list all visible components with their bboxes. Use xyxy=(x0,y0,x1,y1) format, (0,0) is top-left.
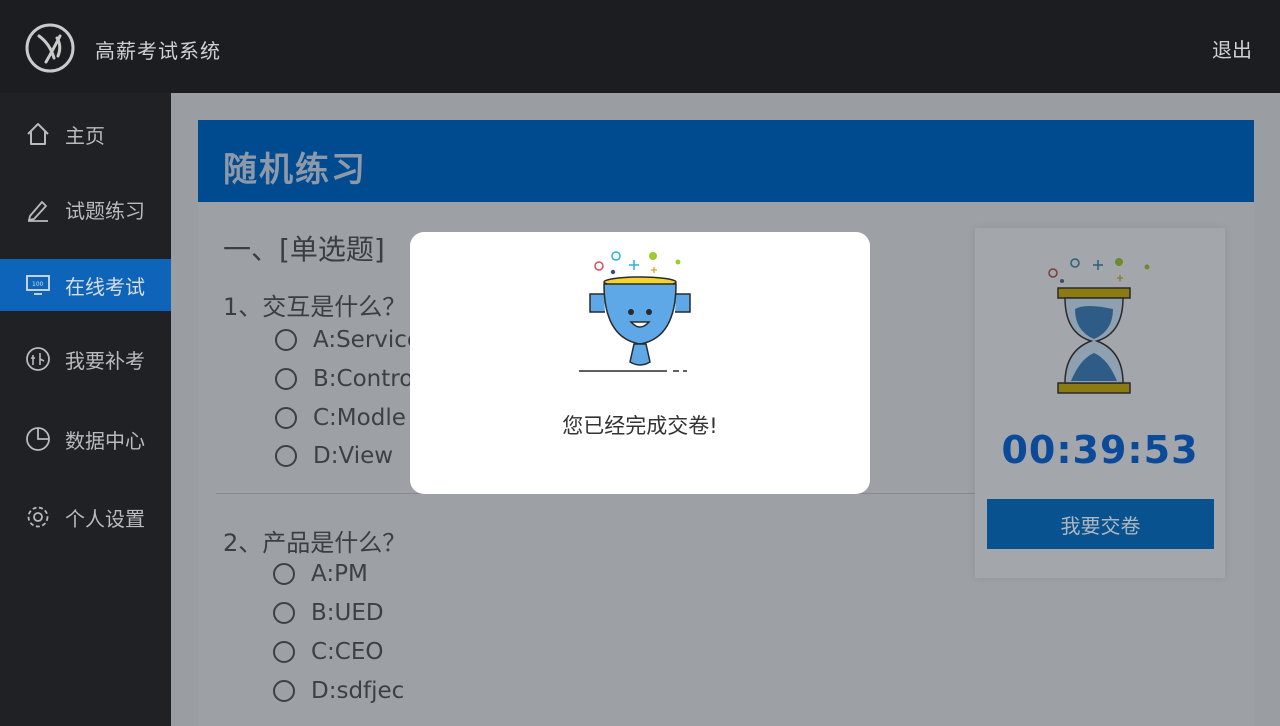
sidebar-item-makeup[interactable]: 我要补考 xyxy=(0,333,171,385)
option-q1-a[interactable]: A:Service xyxy=(275,327,421,353)
sidebar-item-practice[interactable]: 试题练习 xyxy=(0,183,171,235)
question-2: 2、产品是什么？ xyxy=(223,529,407,557)
logout-link[interactable]: 退出 xyxy=(1212,34,1252,63)
top-bar: 高薪考试系统 退出 xyxy=(0,0,1280,93)
sidebar-item-label: 我要补考 xyxy=(65,348,145,373)
sidebar-item-data-center[interactable]: 数据中心 xyxy=(0,413,171,465)
pie-chart-icon xyxy=(24,425,52,453)
makeup-icon xyxy=(24,345,52,373)
option-q1-d[interactable]: D:View xyxy=(275,443,393,469)
sidebar-item-online-exam[interactable]: 100 在线考试 xyxy=(0,259,171,311)
radio-button[interactable] xyxy=(273,680,295,702)
trophy-icon xyxy=(579,251,691,372)
app-title: 高薪考试系统 xyxy=(95,39,221,63)
option-q1-b[interactable]: B:Contro xyxy=(275,366,413,392)
section-title: 一、[单选题] xyxy=(223,233,385,266)
radio-button[interactable] xyxy=(275,445,297,467)
option-q2-b[interactable]: B:UED xyxy=(273,600,384,626)
option-q2-c[interactable]: C:CEO xyxy=(273,639,384,665)
sidebar-item-home[interactable]: 主页 xyxy=(0,108,171,160)
sidebar-item-label: 个人设置 xyxy=(65,506,145,531)
radio-button[interactable] xyxy=(273,563,295,585)
radio-button[interactable] xyxy=(273,641,295,663)
submit-exam-button[interactable]: 我要交卷 xyxy=(987,499,1214,549)
pencil-icon xyxy=(24,195,52,223)
radio-button[interactable] xyxy=(275,407,297,429)
hourglass-icon xyxy=(1048,258,1150,394)
radio-button[interactable] xyxy=(275,329,297,351)
sidebar-item-label: 数据中心 xyxy=(65,428,145,453)
panel-header: 随机练习 xyxy=(198,120,1254,202)
sidebar-item-label: 试题练习 xyxy=(65,198,145,223)
sidebar-item-label: 在线考试 xyxy=(65,274,145,299)
countdown-timer: 00:39:53 xyxy=(1001,428,1199,472)
radio-button[interactable] xyxy=(273,602,295,624)
modal-message: 您已经完成交卷! xyxy=(562,414,718,438)
question-1: 1、交互是什么？ xyxy=(223,293,407,321)
radio-button[interactable] xyxy=(275,368,297,390)
svg-text:100: 100 xyxy=(32,281,44,288)
sidebar-item-settings[interactable]: 个人设置 xyxy=(0,491,171,543)
timer-card: 00:39:53 我要交卷 xyxy=(975,228,1225,578)
monitor-icon: 100 xyxy=(24,271,52,299)
sidebar-item-label: 主页 xyxy=(65,123,105,148)
home-icon xyxy=(24,120,52,148)
option-q1-c[interactable]: C:Modle xyxy=(275,405,406,431)
logo-icon xyxy=(25,23,75,73)
gear-icon xyxy=(24,503,52,531)
option-q2-a[interactable]: A:PM xyxy=(273,561,368,587)
sidebar: 主页 试题练习 100 在线考试 我要补考 数据中心 个人设置 xyxy=(0,93,171,726)
submit-success-modal: 您已经完成交卷! xyxy=(410,232,870,494)
option-q2-d[interactable]: D:sdfjec xyxy=(273,678,404,704)
page-title: 随机练习 xyxy=(223,150,367,190)
